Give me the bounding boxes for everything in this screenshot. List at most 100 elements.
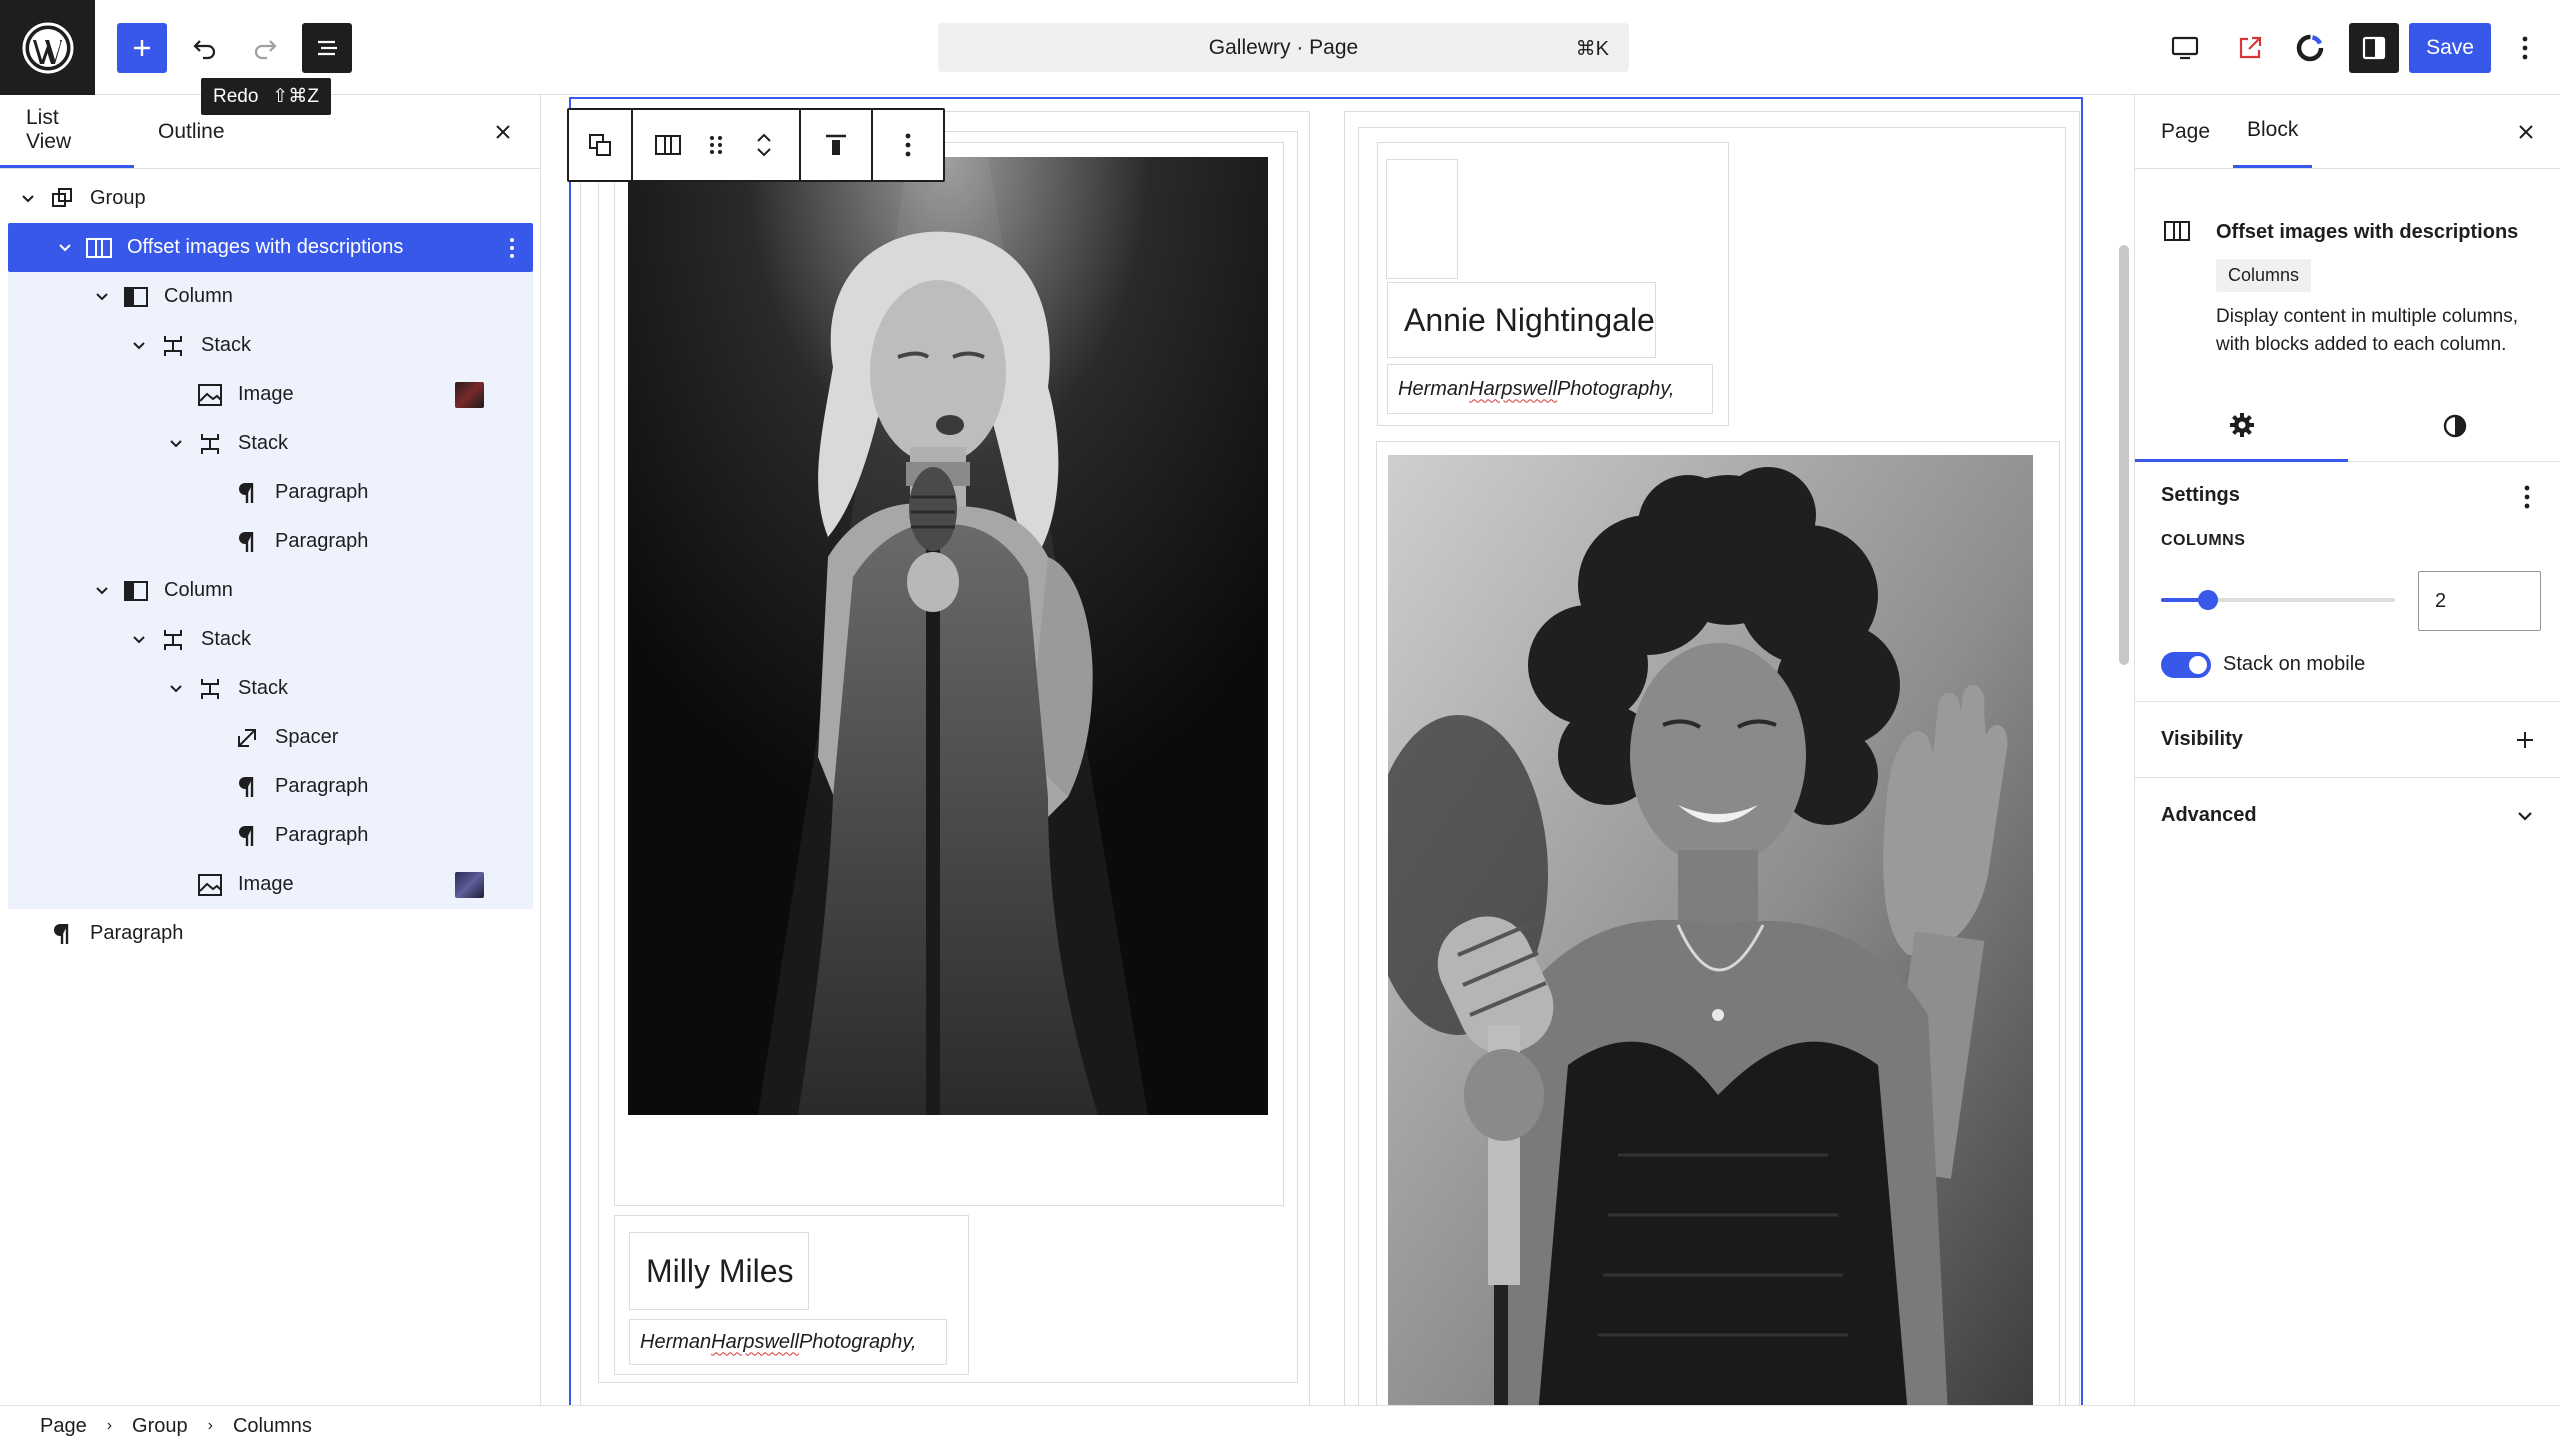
columns-range-slider[interactable]	[2161, 590, 2395, 610]
chevron-down-icon[interactable]	[2511, 802, 2539, 830]
tooltip-label: Redo	[213, 85, 259, 107]
credit-misspelled-word: Harpswell	[711, 1330, 799, 1353]
chevron-down-icon[interactable]	[129, 630, 149, 650]
select-parent-button[interactable]	[579, 123, 621, 167]
tab-styles[interactable]	[2348, 390, 2560, 462]
close-list-view-button[interactable]	[488, 117, 518, 147]
list-view-item-image[interactable]: Image	[8, 860, 533, 909]
view-page-button[interactable]	[2225, 23, 2275, 73]
list-view-item-stack[interactable]: Stack	[8, 664, 533, 713]
paragraph-icon	[233, 528, 261, 556]
photo-credit-left[interactable]: Herman Harpswell Photography,	[629, 1319, 947, 1365]
list-view-item-label: Group	[90, 187, 146, 209]
plus-icon[interactable]	[2511, 726, 2539, 754]
document-overview-button[interactable]	[302, 23, 352, 73]
chevron-down-icon[interactable]	[92, 287, 112, 307]
list-view-item-label: Stack	[201, 334, 252, 356]
credit-text-pre: Herman	[1398, 377, 1470, 400]
advanced-panel[interactable]: Advanced	[2135, 778, 2560, 854]
more-vertical-icon[interactable]	[502, 233, 522, 263]
group-icon	[48, 185, 76, 213]
visibility-panel[interactable]: Visibility	[2135, 702, 2560, 778]
canvas-scrollbar[interactable]	[2119, 245, 2129, 665]
tab-page[interactable]: Page	[2161, 95, 2210, 168]
singer-photo-right[interactable]	[1388, 455, 2033, 1405]
undo-button[interactable]	[180, 23, 230, 73]
tab-settings[interactable]	[2135, 390, 2348, 462]
list-view-item-image[interactable]: Image	[8, 370, 533, 419]
column-icon	[122, 577, 150, 605]
list-view-item-group[interactable]: Group	[8, 174, 533, 223]
save-button[interactable]: Save	[2409, 23, 2491, 73]
undo-icon	[193, 40, 216, 60]
document-title: Gallewry · Page	[1208, 35, 1359, 59]
paragraph-icon	[233, 822, 261, 850]
breadcrumb-columns[interactable]: Columns	[233, 1415, 312, 1438]
drag-handle[interactable]	[695, 123, 737, 167]
list-view-item-stack[interactable]: Stack	[8, 321, 533, 370]
visibility-title: Visibility	[2161, 728, 2243, 750]
chevron-down-icon[interactable]	[55, 238, 75, 258]
settings-options-button[interactable]	[2517, 482, 2537, 512]
paragraph-icon	[233, 773, 261, 801]
singer-name-left[interactable]: Milly Miles	[629, 1232, 809, 1310]
singer-photo-left[interactable]	[628, 157, 1268, 1115]
block-type-button[interactable]	[647, 123, 689, 167]
list-view-item-column[interactable]: Column	[8, 566, 533, 615]
list-view-item-offset-images-with-descriptions[interactable]: Offset images with descriptions	[8, 223, 533, 272]
command-palette-button[interactable]: Gallewry · Page ⌘K	[938, 23, 1629, 72]
list-view-item-paragraph[interactable]: Paragraph	[8, 811, 533, 860]
columns-block[interactable]: Milly Miles Herman Harpswell Photography…	[569, 97, 2083, 1405]
columns-icon	[655, 135, 681, 155]
spacer-block[interactable]	[1386, 159, 1458, 279]
add-block-button[interactable]	[117, 23, 167, 73]
paragraph-icon	[48, 920, 76, 948]
redo-button[interactable]	[240, 23, 290, 73]
close-settings-button[interactable]	[2511, 117, 2541, 147]
list-view-item-label: Image	[238, 383, 294, 405]
list-view-item-stack[interactable]: Stack	[8, 615, 533, 664]
chevron-down-icon[interactable]	[166, 679, 186, 699]
columns-number-input[interactable]: 2	[2418, 571, 2541, 631]
options-button[interactable]	[2505, 23, 2545, 73]
photo-credit-right[interactable]: Herman Harpswell Photography,	[1387, 364, 1713, 414]
move-block-buttons[interactable]	[743, 123, 785, 167]
list-view-item-paragraph[interactable]: Paragraph	[8, 909, 533, 958]
column-icon	[122, 283, 150, 311]
vertical-align-button[interactable]	[815, 123, 857, 167]
chevron-down-icon[interactable]	[18, 189, 38, 209]
block-options-button[interactable]	[887, 123, 929, 167]
list-view-icon	[318, 40, 337, 56]
settings-sidebar-button[interactable]	[2349, 23, 2399, 73]
block-switcher-group	[633, 110, 801, 180]
list-view-item-label: Column	[164, 579, 233, 601]
breadcrumb-group[interactable]: Group	[132, 1415, 188, 1438]
more-vertical-icon	[905, 133, 911, 157]
toggle-knob	[2189, 656, 2207, 674]
breadcrumb-page[interactable]: Page	[40, 1415, 87, 1438]
singer-name-right[interactable]: Annie Nightingale	[1387, 282, 1656, 358]
list-view-item-column[interactable]: Column	[8, 272, 533, 321]
wordpress-logo-icon[interactable]	[0, 0, 95, 95]
stack-on-mobile-toggle[interactable]	[2161, 652, 2211, 678]
align-top-icon	[826, 134, 846, 155]
chevron-down-icon[interactable]	[166, 434, 186, 454]
tab-block[interactable]: Block	[2233, 95, 2313, 168]
list-view-item-spacer[interactable]: Spacer	[8, 713, 533, 762]
columns-icon	[85, 234, 113, 262]
list-view-item-paragraph[interactable]: Paragraph	[8, 762, 533, 811]
list-view-item-label: Spacer	[275, 726, 339, 748]
list-view-item-stack[interactable]: Stack	[8, 419, 533, 468]
chevron-down-icon[interactable]	[92, 581, 112, 601]
list-view-item-label: Column	[164, 285, 233, 307]
list-view-item-paragraph[interactable]: Paragraph	[8, 468, 533, 517]
range-thumb[interactable]	[2197, 590, 2218, 610]
jetpack-boost-button[interactable]	[2285, 23, 2335, 73]
image-thumbnail	[455, 871, 484, 898]
advanced-title: Advanced	[2161, 804, 2257, 826]
list-view-item-paragraph[interactable]: Paragraph	[8, 517, 533, 566]
tab-list-view[interactable]: List View	[0, 95, 134, 168]
list-view-item-label: Paragraph	[275, 775, 369, 797]
chevron-down-icon[interactable]	[129, 336, 149, 356]
device-preview-button[interactable]	[2160, 23, 2210, 73]
